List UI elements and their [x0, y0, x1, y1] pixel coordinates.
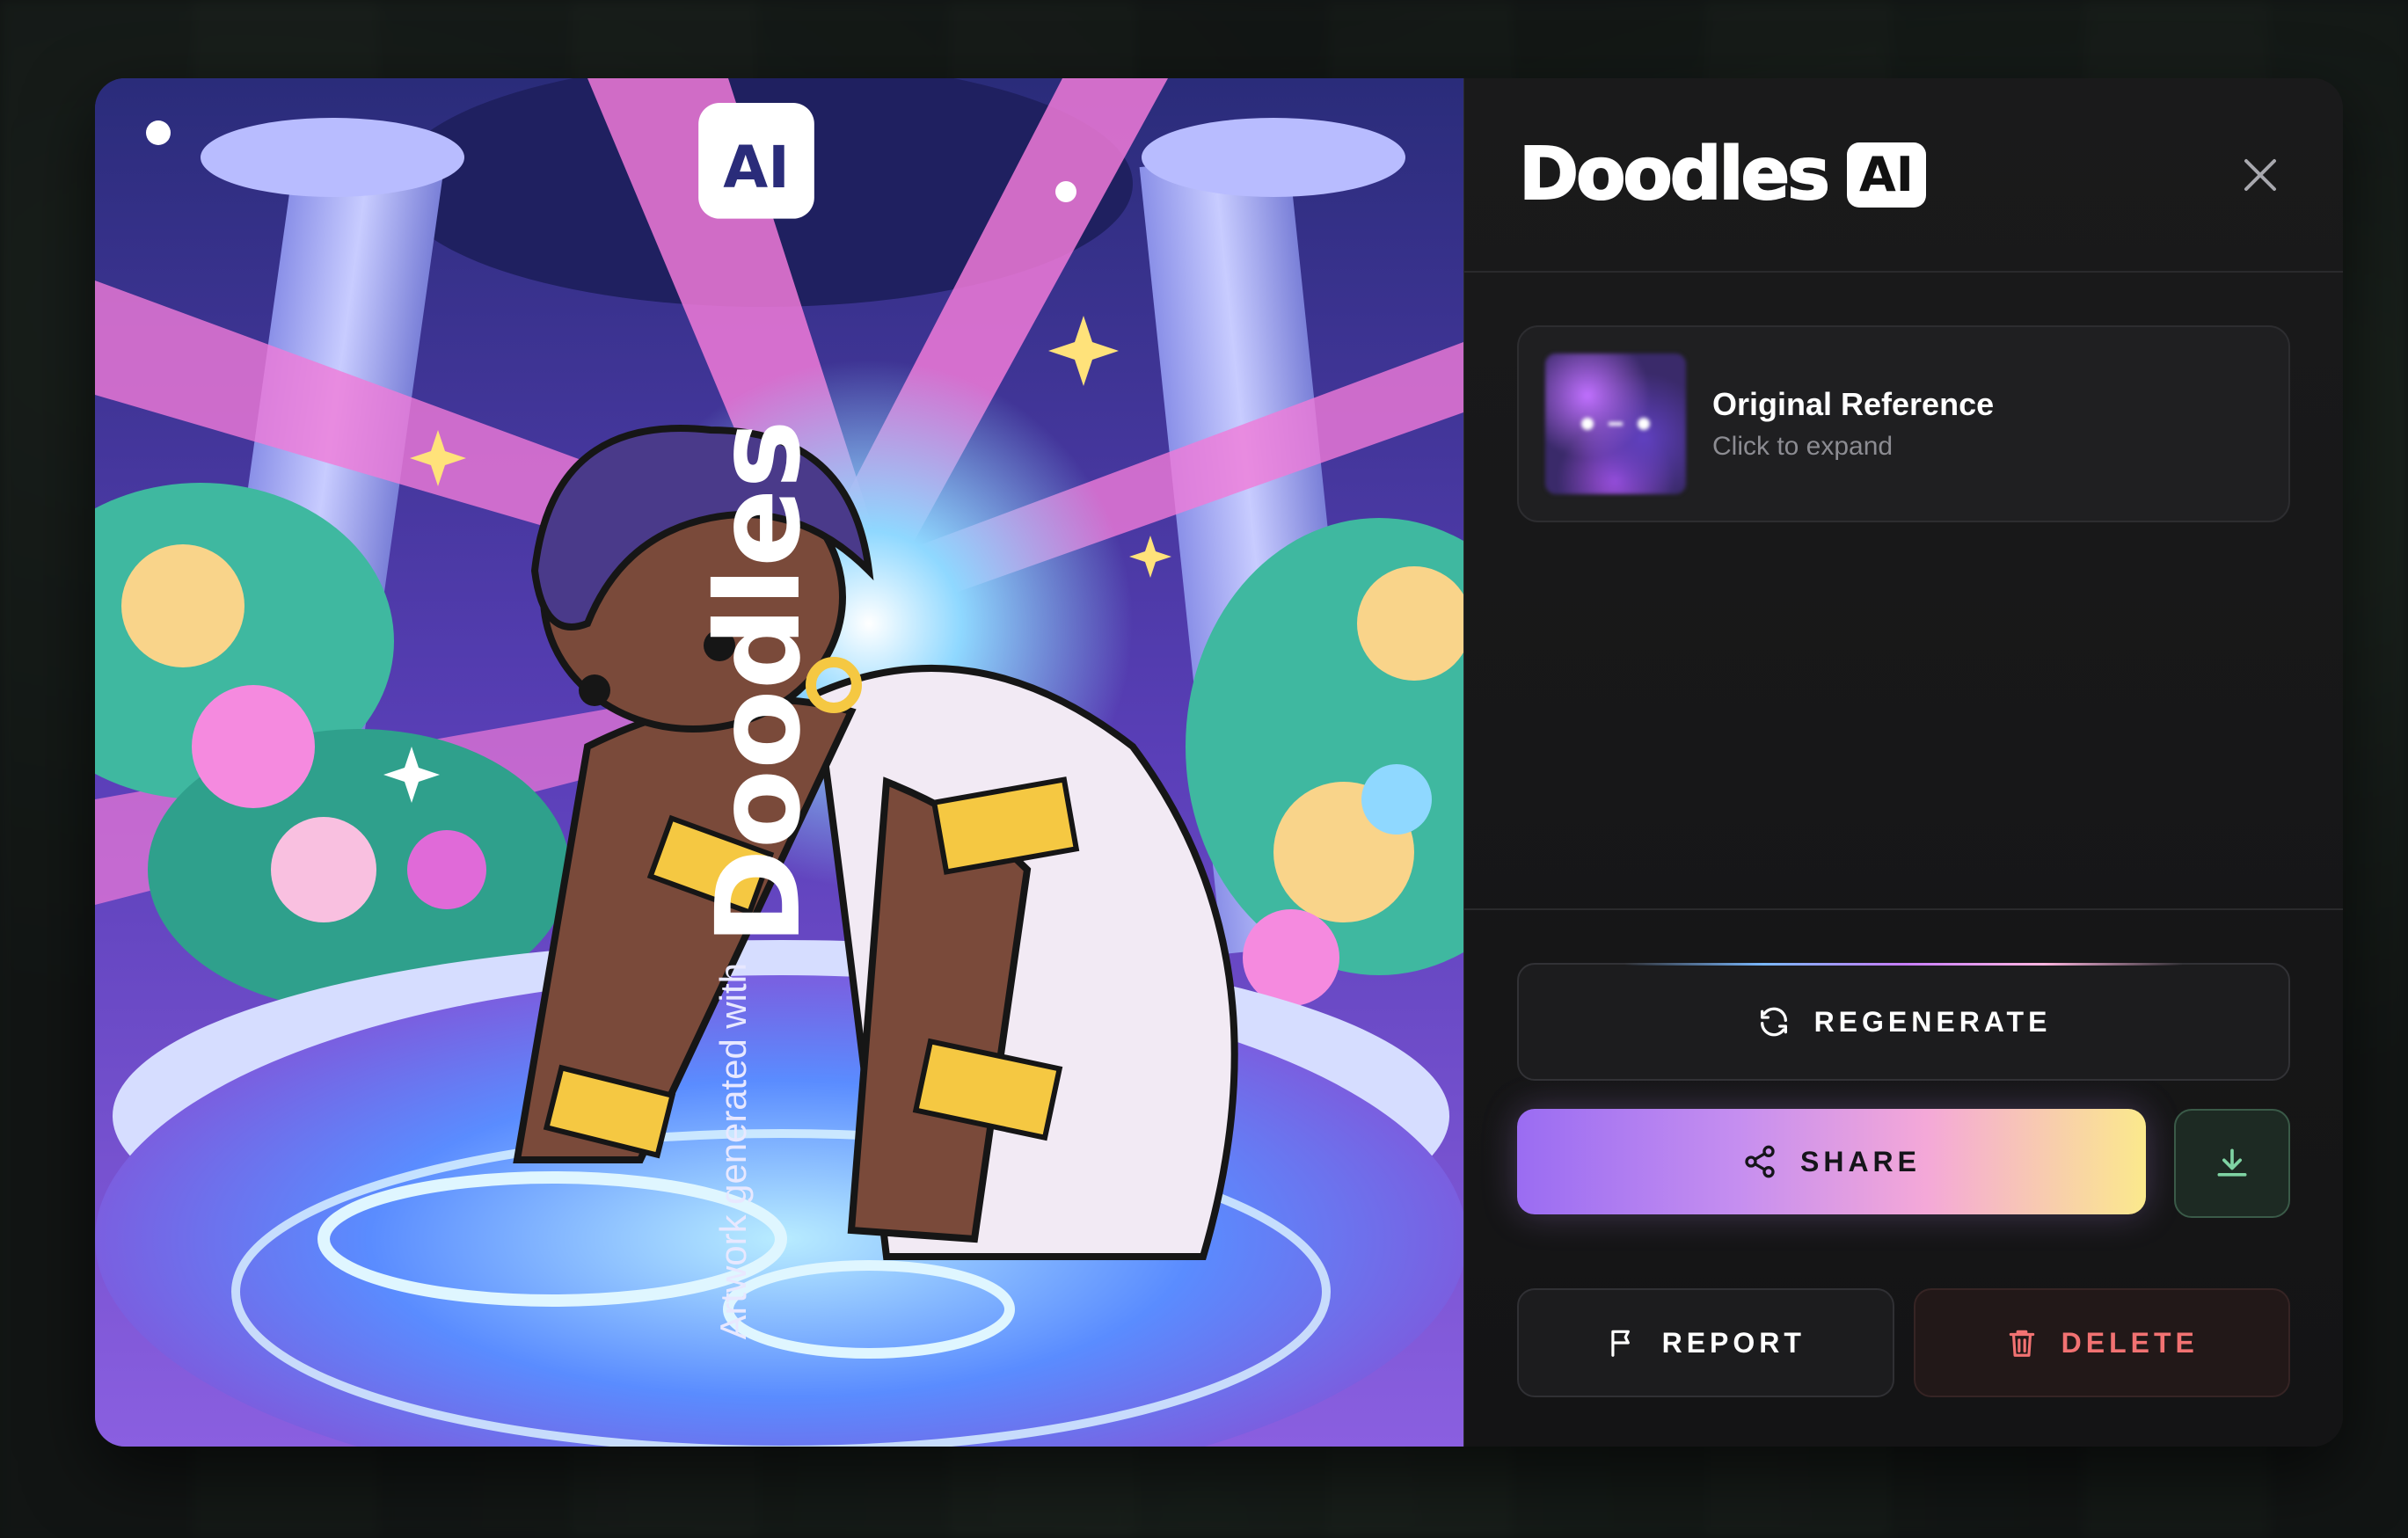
- loading-dots-icon: [1581, 418, 1650, 430]
- reference-title: Original Reference: [1712, 386, 1995, 422]
- logo-wordmark: Doodles: [1518, 132, 1831, 216]
- panel-content: Original Reference Click to expand: [1464, 273, 2343, 910]
- reference-text: Original Reference Click to expand: [1712, 386, 1994, 462]
- share-button[interactable]: SHARE: [1517, 1109, 2146, 1214]
- delete-button[interactable]: DELETE: [1913, 1288, 2290, 1397]
- generated-artwork: AI Doodles Artwork generated with: [95, 78, 1463, 1447]
- refresh-icon: [1760, 1007, 1787, 1037]
- close-button[interactable]: [2234, 149, 2287, 201]
- reference-thumbnail: [1545, 354, 1686, 494]
- close-icon: [2244, 158, 2276, 191]
- doodles-watermark: AI Doodles Artwork generated with: [692, 103, 827, 1339]
- svg-text:AI: AI: [723, 134, 789, 201]
- original-reference-card[interactable]: Original Reference Click to expand: [1517, 325, 2290, 522]
- regenerate-label: REGENERATE: [1813, 1005, 2052, 1038]
- report-label: REPORT: [1661, 1326, 1806, 1359]
- logo-ai-badge: AI: [1846, 142, 1926, 208]
- doodles-ai-logo: Doodles AI: [1518, 132, 1926, 216]
- trash-icon: [2009, 1330, 2034, 1357]
- details-panel: Doodles AI Original Reference Click to e…: [1463, 78, 2343, 1447]
- artwork-modal: AI Doodles Artwork generated with Doodle…: [95, 78, 2343, 1447]
- secondary-actions-row: REPORT DELETE: [1517, 1288, 2290, 1397]
- reference-subtitle: Click to expand: [1712, 432, 1894, 461]
- share-row: SHARE: [1517, 1109, 2290, 1218]
- flag-icon: [1610, 1330, 1630, 1357]
- regenerate-button[interactable]: REGENERATE: [1517, 963, 2290, 1081]
- report-button[interactable]: REPORT: [1517, 1288, 1894, 1397]
- delete-label: DELETE: [2061, 1326, 2199, 1359]
- panel-header: Doodles AI: [1464, 78, 2343, 273]
- svg-text:Doodles: Doodles: [692, 419, 827, 944]
- action-area: REGENERATE SHARE REPORT DELETE: [1464, 910, 2343, 1447]
- share-label: SHARE: [1799, 1145, 1921, 1177]
- svg-text:Artwork generated with: Artwork generated with: [712, 963, 754, 1339]
- download-icon: [2217, 1148, 2247, 1177]
- share-icon: [1745, 1145, 1775, 1178]
- download-button[interactable]: [2174, 1109, 2290, 1218]
